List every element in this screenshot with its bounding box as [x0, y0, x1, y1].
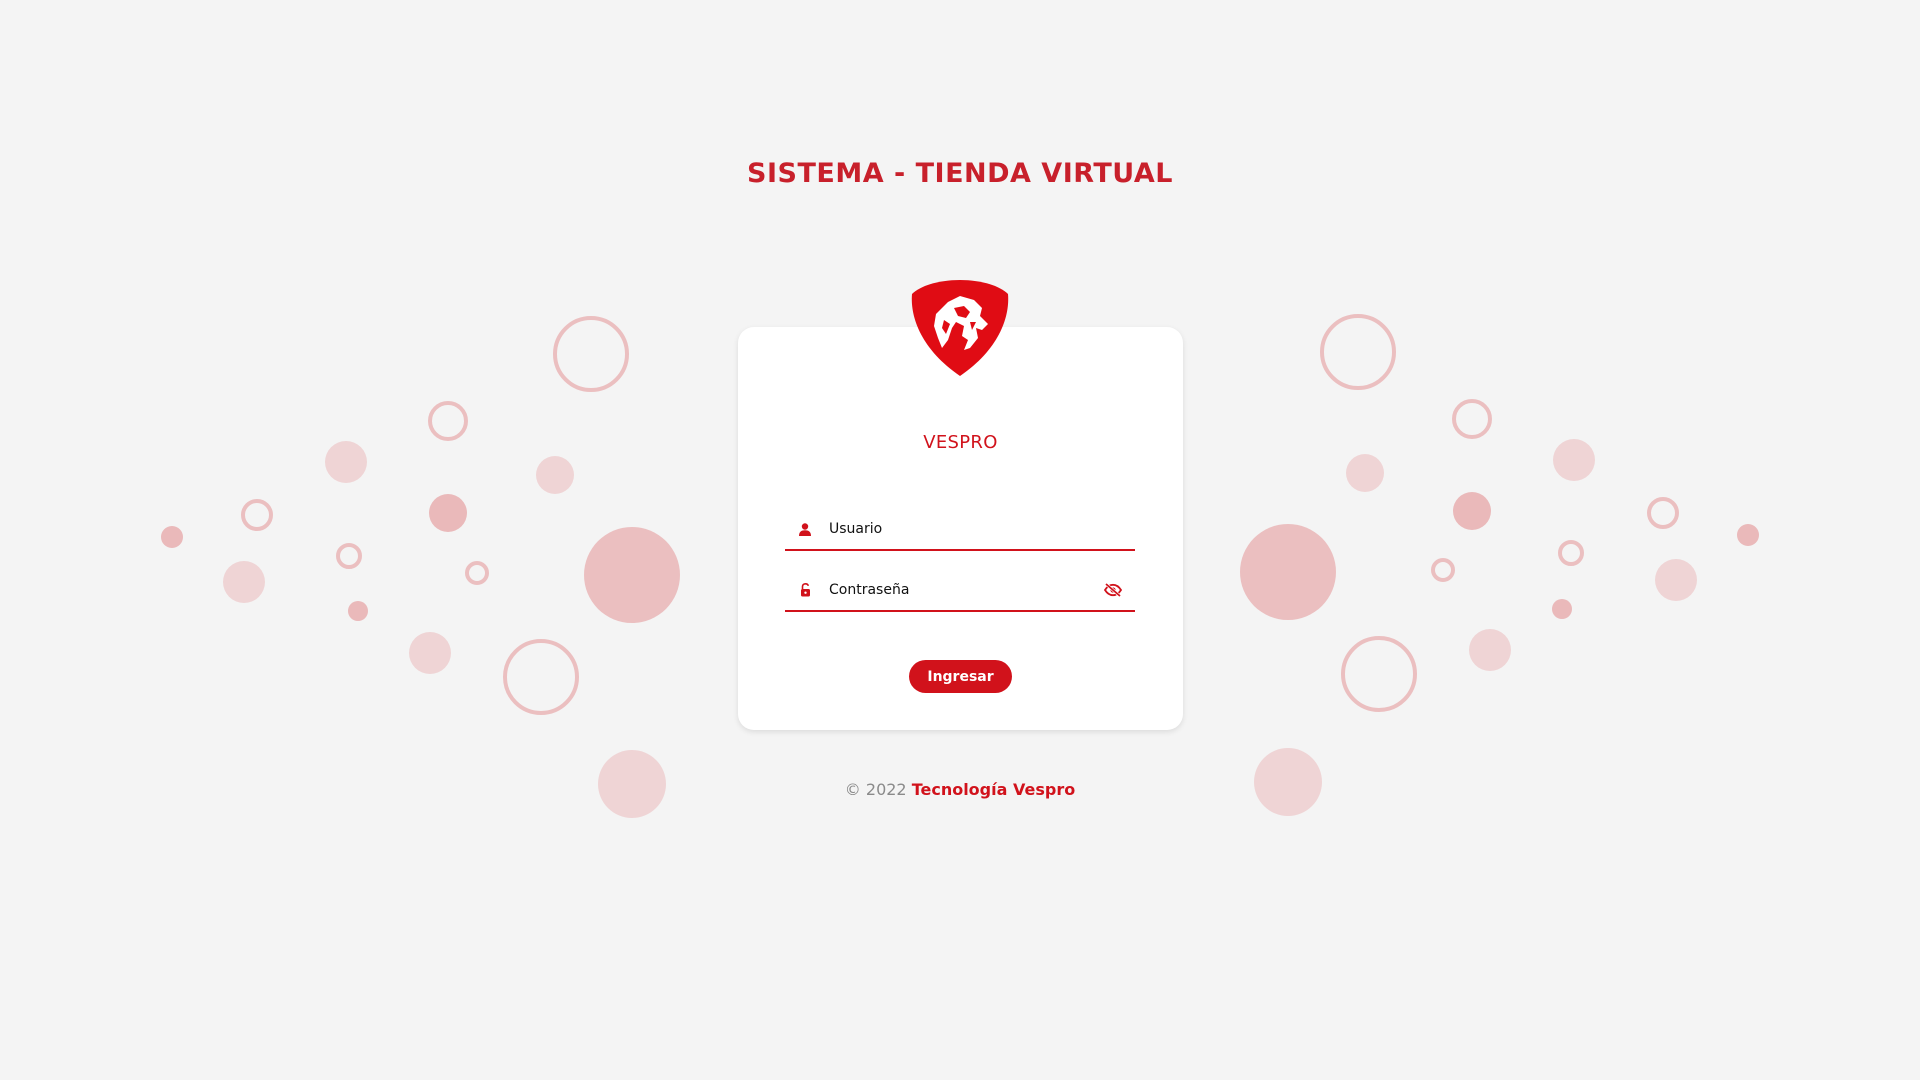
- password-field: [785, 570, 1135, 612]
- login-page: SISTEMA - TIENDA VIRTUAL VESPRO Usuario …: [0, 0, 1920, 1080]
- footer-company-link[interactable]: Tecnología Vespro: [912, 780, 1076, 799]
- unlock-icon: [797, 582, 813, 598]
- page-title: SISTEMA - TIENDA VIRTUAL: [747, 158, 1173, 189]
- brand-name: VESPRO: [923, 432, 998, 453]
- eye-slash-icon[interactable]: [1103, 582, 1123, 598]
- lion-shield-logo-icon: [911, 280, 1009, 376]
- login-submit-button[interactable]: Ingresar: [909, 660, 1012, 693]
- username-input[interactable]: [829, 514, 1135, 544]
- footer: © 2022 Tecnología Vespro: [0, 780, 1920, 799]
- username-field: [785, 509, 1135, 551]
- password-input[interactable]: [829, 575, 1103, 605]
- footer-copyright: © 2022: [844, 780, 912, 799]
- user-icon: [797, 521, 813, 537]
